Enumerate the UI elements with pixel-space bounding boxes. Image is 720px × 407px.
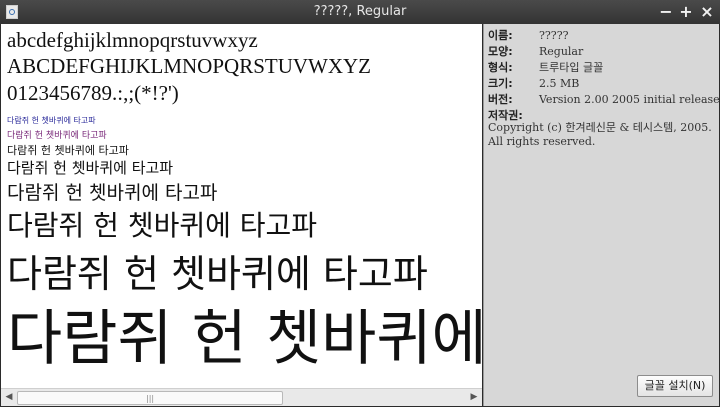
preview-sample-8: 다람쥐 헌 쳇바퀴에 타고파: [7, 116, 96, 125]
preview-digits: 0123456789.:,;(*!?'): [7, 81, 179, 105]
font-info-panel: 이름: ????? 모양: Regular 형식: 트루타입 글꼴 크기: 2.…: [483, 24, 720, 406]
info-value: Regular: [539, 45, 584, 58]
copyright-text: Copyright (c) 한겨레신문 & 테시스템, 2005. All ri…: [488, 121, 712, 148]
preview-sample-11: 다람쥐 헌 쳇바퀴에 타고파: [7, 144, 129, 157]
scroll-left-icon[interactable]: ◀: [1, 389, 17, 406]
preview-sample-60: 다람쥐 헌 쳇바퀴에 타고파: [7, 304, 482, 374]
info-label: 크기:: [488, 77, 513, 90]
window-title: ?????, Regular: [313, 4, 407, 19]
install-font-button[interactable]: 글꼴 설치(N): [637, 375, 713, 397]
preview-sample-9: 다람쥐 헌 쳇바퀴에 타고파: [7, 131, 107, 141]
info-value: Version 2.00 2005 initial release: [539, 93, 720, 106]
info-value: 2.5 MB: [539, 77, 580, 90]
preview-sample-19: 다람쥐 헌 쳇바퀴에 타고파: [7, 182, 218, 204]
minimize-icon[interactable]: −: [656, 2, 676, 22]
info-value: 트루타입 글꼴: [539, 61, 604, 74]
maximize-icon[interactable]: +: [676, 2, 696, 22]
close-icon[interactable]: ×: [697, 2, 717, 22]
horizontal-scrollbar[interactable]: ◀ ||| ▶: [1, 388, 482, 406]
preview-sample-15: 다람쥐 헌 쳇바퀴에 타고파: [7, 159, 174, 177]
info-label: 이름:: [488, 29, 513, 42]
scrollbar-thumb[interactable]: |||: [17, 391, 283, 405]
scroll-right-icon[interactable]: ▶: [466, 389, 482, 406]
info-label: 버전:: [488, 93, 513, 106]
info-label: 모양:: [488, 45, 513, 58]
preview-sample-28: 다람쥐 헌 쳇바퀴에 타고파: [7, 209, 318, 242]
info-value: ?????: [539, 29, 569, 42]
preview-uppercase: ABCDEFGHIJKLMNOPQRSTUVWXYZ: [7, 54, 372, 78]
info-label: 형식:: [488, 61, 513, 74]
font-preview-pane: abcdefghijklmnopqrstuvwxyz ABCDEFGHIJKLM…: [1, 24, 482, 388]
preview-lowercase: abcdefghijklmnopqrstuvwxyz: [7, 28, 258, 52]
title-bar: ?????, Regular − + ×: [0, 0, 720, 24]
scrollbar-grip-icon: |||: [146, 394, 155, 403]
